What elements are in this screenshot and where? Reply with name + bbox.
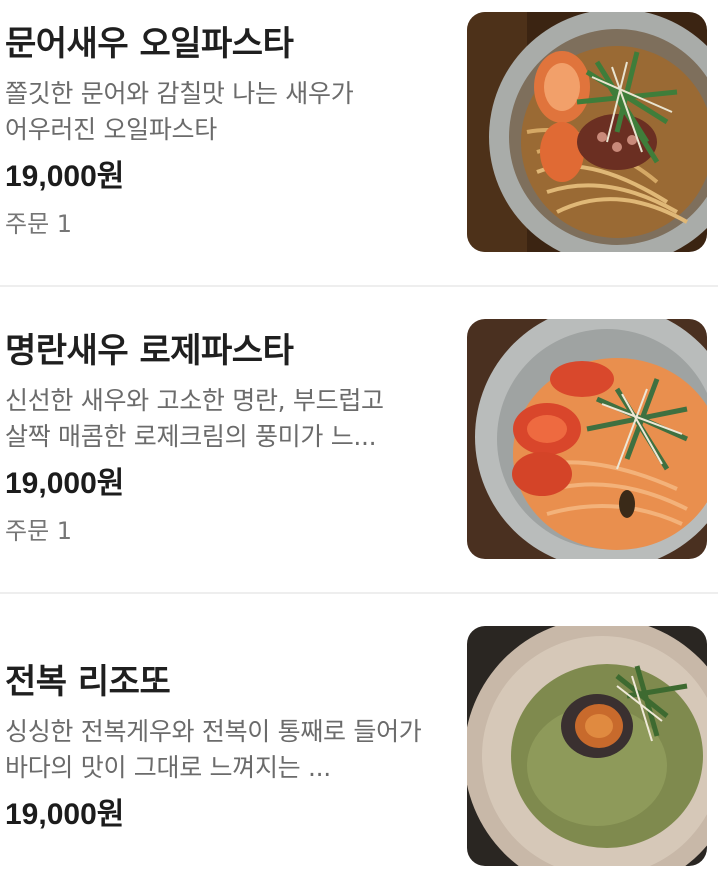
menu-item-info: 전복 리조또 싱싱한 전복게우와 전복이 통째로 들어가 바다의 맛이 그대로 … <box>5 622 425 834</box>
menu-item-price: 19,000원 <box>5 798 125 831</box>
menu-item-photo[interactable] <box>467 626 707 866</box>
menu-item[interactable]: 문어새우 오일파스타 쫄깃한 문어와 감칠맛 나는 새우가 어우러진 오일파스타… <box>0 8 718 258</box>
menu-item-order-count: 주문 1 <box>5 210 73 238</box>
menu-item-order-count: 주문 1 <box>5 517 73 545</box>
menu-item-price: 19,000원 <box>5 467 125 500</box>
menu-list: 문어새우 오일파스타 쫄깃한 문어와 감칠맛 나는 새우가 어우러진 오일파스타… <box>0 0 718 880</box>
menu-item-name: 문어새우 오일파스타 <box>5 24 294 64</box>
menu-item-name: 전복 리조또 <box>5 662 171 702</box>
menu-item-name: 명란새우 로제파스타 <box>5 331 294 371</box>
menu-item-description: 쫄깃한 문어와 감칠맛 나는 새우가 어우러진 오일파스타 <box>5 79 354 144</box>
menu-item[interactable]: 명란새우 로제파스타 신선한 새우와 고소한 명란, 부드럽고 살짝 매콤한 로… <box>0 315 718 565</box>
menu-item-info: 명란새우 로제파스타 신선한 새우와 고소한 명란, 부드럽고 살짝 매콤한 로… <box>5 315 425 549</box>
divider <box>0 592 718 594</box>
menu-item-description: 싱싱한 전복게우와 전복이 통째로 들어가 바다의 맛이 그대로 느껴지는 ..… <box>5 717 422 782</box>
menu-item-description: 신선한 새우와 고소한 명란, 부드럽고 살짝 매콤한 로제크림의 풍미가 느.… <box>5 386 384 451</box>
divider <box>0 285 718 287</box>
menu-item-photo[interactable] <box>467 319 707 559</box>
menu-item[interactable]: 전복 리조또 싱싱한 전복게우와 전복이 통째로 들어가 바다의 맛이 그대로 … <box>0 622 718 872</box>
menu-item-price: 19,000원 <box>5 160 125 193</box>
menu-item-info: 문어새우 오일파스타 쫄깃한 문어와 감칠맛 나는 새우가 어우러진 오일파스타… <box>5 8 425 242</box>
menu-item-photo[interactable] <box>467 12 707 252</box>
